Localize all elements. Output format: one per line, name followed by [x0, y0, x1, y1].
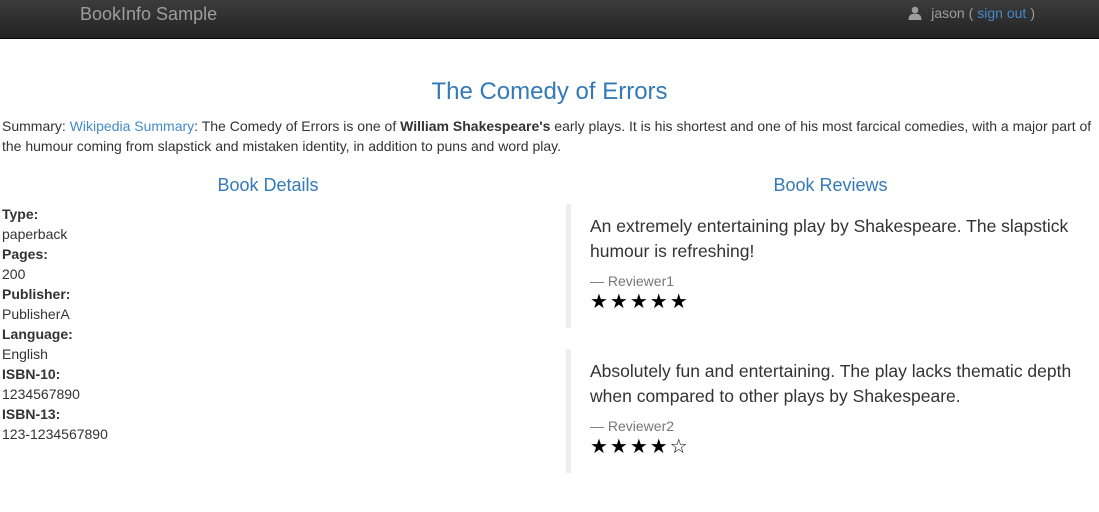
book-title: The Comedy of Errors — [431, 78, 668, 105]
star-rating: ★★★★★ — [590, 291, 690, 313]
detail-value-isbn13: 123-1234567890 — [2, 426, 108, 442]
book-details-list: Type: paperback Pages: 200 Publisher: Pu… — [2, 204, 108, 444]
detail-label-language: Language: — [2, 326, 73, 342]
book-reviews-heading: Book Reviews — [773, 175, 888, 195]
detail-value-pages: 200 — [2, 266, 26, 282]
detail-value-publisher: PublisherA — [2, 306, 70, 322]
wikipedia-summary-link[interactable]: Wikipedia Summary — [70, 118, 194, 134]
summary-prefix: Summary: — [2, 118, 66, 134]
reviewer-name: — Reviewer2 — [590, 418, 675, 434]
review-block: An extremely entertaining play by Shakes… — [566, 204, 1084, 328]
detail-label-isbn10: ISBN-10: — [2, 366, 61, 382]
detail-value-type: paperback — [2, 226, 68, 242]
user-area: jason (sign out) — [908, 5, 1035, 21]
detail-value-language: English — [2, 346, 48, 362]
navbar: BookInfo Sample jason (sign out) — [0, 0, 1099, 39]
detail-value-isbn10: 1234567890 — [2, 386, 80, 402]
username: jason — [931, 5, 965, 21]
brand-title[interactable]: BookInfo Sample — [80, 4, 217, 25]
summary-author: William Shakespeare's — [400, 118, 551, 134]
detail-label-publisher: Publisher: — [2, 286, 71, 302]
star-rating: ★★★★☆ — [590, 436, 690, 458]
review-text: An extremely entertaining play by Shakes… — [590, 216, 1069, 261]
user-icon — [908, 6, 922, 20]
detail-label-type: Type: — [2, 206, 39, 222]
book-summary: Summary: Wikipedia Summary: The Comedy o… — [2, 116, 1092, 156]
open-paren: ( — [968, 5, 974, 21]
summary-text-1: : The Comedy of Errors is one of — [194, 118, 397, 134]
review-block: Absolutely fun and entertaining. The pla… — [566, 349, 1084, 473]
review-text: Absolutely fun and entertaining. The pla… — [590, 361, 1072, 406]
book-details-heading: Book Details — [217, 175, 319, 195]
sign-out-link[interactable]: sign out — [977, 5, 1026, 21]
reviewer-name: — Reviewer1 — [590, 273, 675, 289]
close-paren: ) — [1030, 5, 1035, 21]
detail-label-pages: Pages: — [2, 246, 48, 262]
detail-label-isbn13: ISBN-13: — [2, 406, 61, 422]
